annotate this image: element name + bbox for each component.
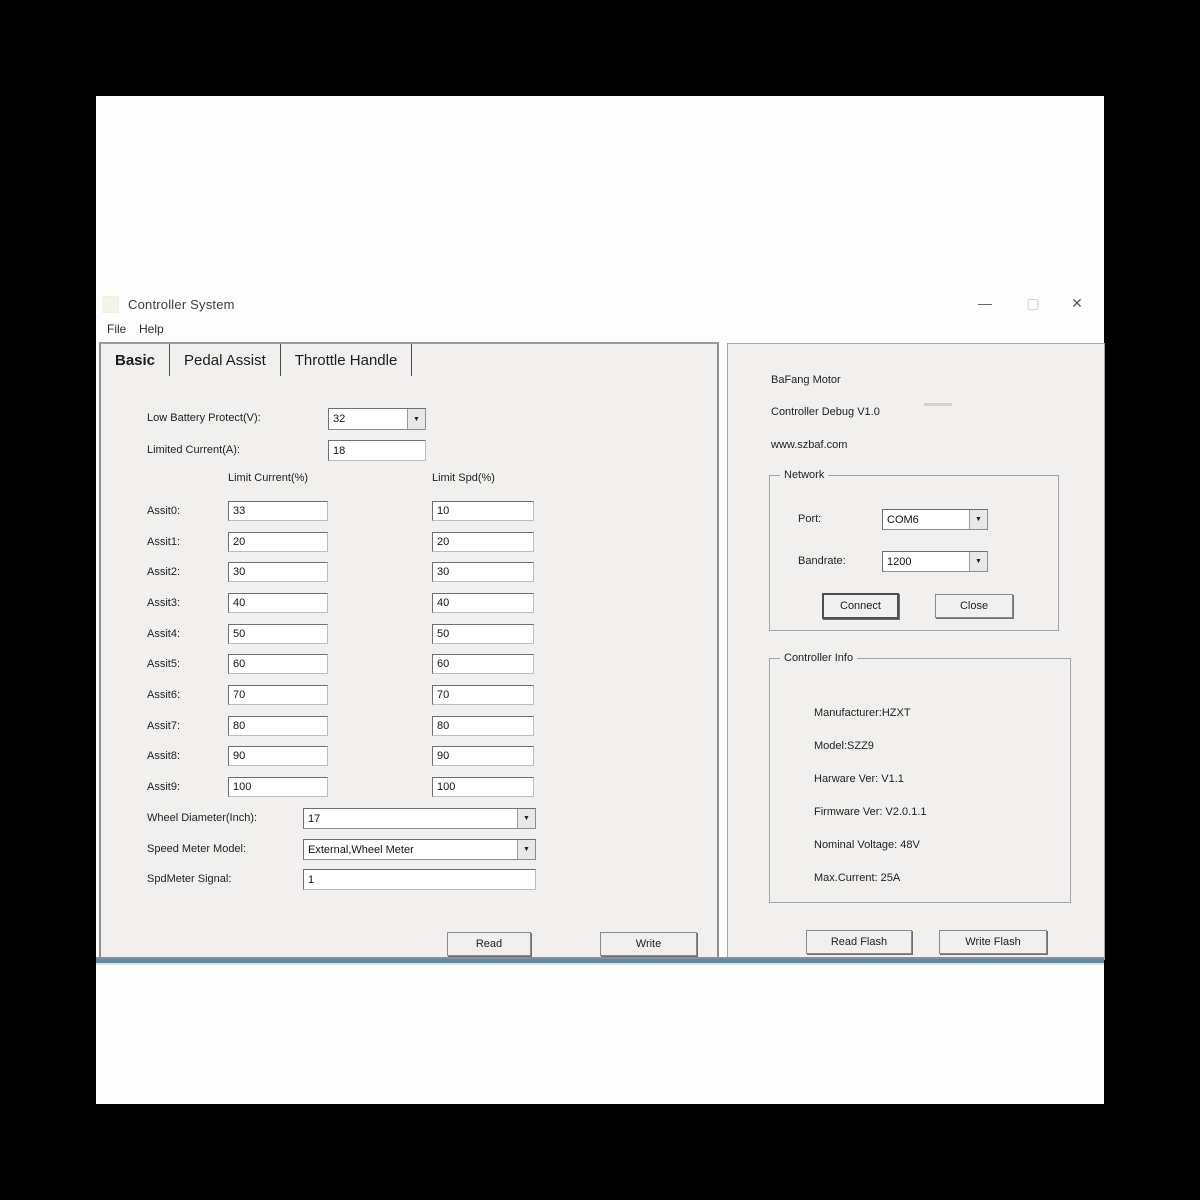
app-window: Controller System — ▢ ✕ File Help Basic … (96, 96, 1105, 1104)
low-battery-protect-select[interactable]: 32 ▼ (328, 408, 426, 430)
speed-meter-model-value: External,Wheel Meter (308, 843, 414, 856)
assist-row-label: Assit9: (147, 781, 181, 793)
spdmeter-signal-label: SpdMeter Signal: (147, 873, 232, 885)
assist-speed-input[interactable] (432, 716, 534, 736)
minimize-icon[interactable]: — (973, 295, 997, 311)
low-battery-protect-label: Low Battery Protect(V): (147, 412, 261, 424)
speed-meter-model-select[interactable]: External,Wheel Meter ▼ (303, 839, 536, 860)
info-nominal-voltage: Nominal Voltage: 48V (814, 839, 920, 851)
tab-bar: Basic Pedal Assist Throttle Handle (101, 344, 717, 378)
assist-current-input[interactable] (228, 593, 328, 613)
assist-speed-input[interactable] (432, 624, 534, 644)
baudrate-value: 1200 (887, 555, 912, 568)
info-hardware-ver: Harware Ver: V1.1 (814, 773, 904, 785)
assist-speed-input[interactable] (432, 654, 534, 674)
assist-speed-input[interactable] (432, 562, 534, 582)
close-button[interactable]: Close (935, 594, 1013, 618)
controller-info-title: Controller Info (780, 652, 858, 664)
controller-info-groupbox: Controller Info Manufacturer:HZXT Model:… (769, 652, 1071, 903)
limit-current-header: Limit Current(%) (228, 472, 309, 484)
wheel-diameter-label: Wheel Diameter(Inch): (147, 812, 258, 824)
assist-row-label: Assit6: (147, 689, 181, 701)
basic-panel: Basic Pedal Assist Throttle Handle Low B… (99, 342, 719, 963)
tab-pedal-assist[interactable]: Pedal Assist (170, 344, 281, 376)
info-firmware-ver: Firmware Ver: V2.0.1.1 (814, 806, 927, 818)
chevron-down-icon[interactable]: ▼ (407, 409, 425, 429)
assist-current-input[interactable] (228, 654, 328, 674)
assist-row-label: Assit0: (147, 505, 181, 517)
assist-current-input[interactable] (228, 746, 328, 766)
spdmeter-signal-input[interactable] (303, 869, 536, 890)
tab-throttle-handle[interactable]: Throttle Handle (281, 344, 413, 376)
limited-current-input[interactable] (328, 440, 426, 461)
assist-row-label: Assit7: (147, 720, 181, 732)
brand-line-3: www.szbaf.com (771, 439, 848, 451)
chevron-down-icon[interactable]: ▼ (969, 510, 987, 529)
assist-current-input[interactable] (228, 532, 328, 552)
app-icon (102, 296, 119, 313)
side-panel: BaFang Motor Controller Debug V1.0 www.s… (727, 343, 1105, 960)
assist-speed-input[interactable] (432, 593, 534, 613)
assist-current-input[interactable] (228, 716, 328, 736)
menu-file[interactable]: File (103, 321, 130, 337)
assist-row-label: Assit5: (147, 658, 181, 670)
limit-speed-header: Limit Spd(%) (432, 472, 495, 484)
wheel-diameter-value: 17 (308, 812, 321, 825)
read-flash-button[interactable]: Read Flash (806, 930, 912, 954)
assist-current-input[interactable] (228, 624, 328, 644)
chevron-down-icon[interactable]: ▼ (969, 552, 987, 571)
window-title: Controller System (128, 297, 235, 312)
brand-line-1: BaFang Motor (771, 374, 841, 386)
info-manufacturer: Manufacturer:HZXT (814, 707, 911, 719)
connect-button[interactable]: Connect (822, 593, 899, 619)
network-group-title: Network (780, 469, 829, 481)
baudrate-select[interactable]: 1200 ▼ (882, 551, 988, 572)
wheel-diameter-select[interactable]: 17 ▼ (303, 808, 536, 829)
faint-text-artifact (924, 403, 952, 406)
port-value: COM6 (887, 513, 919, 526)
chevron-down-icon[interactable]: ▼ (517, 840, 535, 859)
assist-row-label: Assit4: (147, 628, 181, 640)
assist-row-label: Assit8: (147, 750, 181, 762)
assist-row-label: Assit3: (147, 597, 181, 609)
window-bottom-edge (96, 957, 1104, 965)
assist-speed-input[interactable] (432, 777, 534, 797)
assist-speed-input[interactable] (432, 532, 534, 552)
assist-current-input[interactable] (228, 777, 328, 797)
assist-speed-input[interactable] (432, 685, 534, 705)
write-button[interactable]: Write (600, 932, 697, 956)
assist-row-label: Assit1: (147, 536, 181, 548)
read-button[interactable]: Read (447, 932, 531, 956)
tab-basic[interactable]: Basic (101, 344, 171, 376)
assist-current-input[interactable] (228, 562, 328, 582)
assist-row-label: Assit2: (147, 566, 181, 578)
low-battery-protect-value: 32 (333, 413, 346, 425)
info-model: Model:SZZ9 (814, 740, 874, 752)
assist-speed-input[interactable] (432, 746, 534, 766)
assist-current-input[interactable] (228, 501, 328, 521)
maximize-icon[interactable]: ▢ (1021, 295, 1045, 312)
menu-help[interactable]: Help (135, 321, 168, 337)
limited-current-label: Limited Current(A): (147, 444, 240, 456)
port-select[interactable]: COM6 ▼ (882, 509, 988, 530)
info-max-current: Max.Current: 25A (814, 872, 901, 884)
chevron-down-icon[interactable]: ▼ (517, 809, 535, 828)
baudrate-label: Bandrate: (798, 555, 846, 567)
write-flash-button[interactable]: Write Flash (939, 930, 1047, 954)
speed-meter-model-label: Speed Meter Model: (147, 843, 247, 855)
assist-current-input[interactable] (228, 685, 328, 705)
port-label: Port: (798, 513, 822, 525)
network-groupbox: Network Port: COM6 ▼ Bandrate: 1200 ▼ Co… (769, 469, 1059, 631)
brand-line-2: Controller Debug V1.0 (771, 406, 880, 418)
close-icon[interactable]: ✕ (1065, 295, 1089, 312)
assist-speed-input[interactable] (432, 501, 534, 521)
